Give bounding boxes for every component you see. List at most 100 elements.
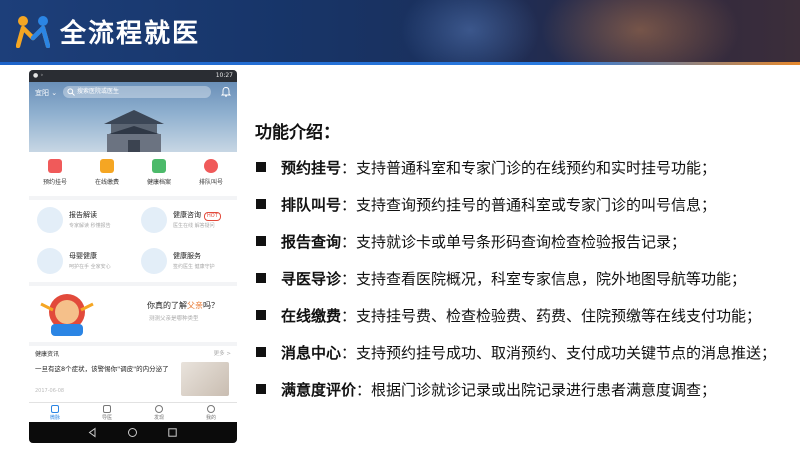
home-icon <box>51 405 59 413</box>
promo-subtitle: 测测父亲是哪种类型 <box>149 316 199 322</box>
banner-divider <box>0 62 800 65</box>
record-icon <box>152 159 166 173</box>
status-time: 10:27 <box>215 72 233 79</box>
quick-action-queue[interactable]: 排队叫号 <box>185 159 237 186</box>
feature-desc: ：支持查询预约挂号的普通科室或专家门诊的叫号信息； <box>341 196 717 214</box>
quick-action-payment[interactable]: 在线缴费 <box>81 159 133 186</box>
service-subtitle: 医生在线 解答疑问 <box>173 223 215 229</box>
news-date: 2017-06-08 <box>35 388 65 394</box>
feature-desc: ：支持预约挂号成功、取消预约、支付成功关键节点的消息推送； <box>341 344 777 362</box>
banner-glow-blue <box>400 0 540 62</box>
phone-screen: ● ◦ 10:27 宜阳 ⌄ 搜索医院或医生 预约挂号 在线缴费 健康档案 排队… <box>29 70 237 443</box>
tab-discover[interactable]: 发现 <box>133 405 185 421</box>
bottom-tab-bar: 微脉 导医 发现 我的 <box>29 402 237 422</box>
service-title: 报告解读 <box>69 211 97 219</box>
quick-action-label: 在线缴费 <box>94 179 119 186</box>
city-selector[interactable]: 宜阳 ⌄ <box>35 88 57 98</box>
bullet-icon <box>256 347 266 357</box>
service-maternal-health[interactable]: 母婴健康 呵护在手 全家安心 <box>29 241 133 282</box>
guide-icon <box>103 405 111 413</box>
feature-item: 预约挂号：支持普通科室和专家门诊的在线预约和实时挂号功能； <box>256 157 716 178</box>
tab-label: 我的 <box>205 415 216 421</box>
service-report-interpret[interactable]: 报告解读 专家解读 秒懂报告 <box>29 200 133 241</box>
service-subtitle: 专家解读 秒懂报告 <box>69 223 111 229</box>
feature-item: 报告查询：支持就诊卡或单号条形码查询检查检验报告记录； <box>256 231 686 252</box>
tab-weimai[interactable]: 微脉 <box>29 405 81 421</box>
status-bar: ● ◦ 10:27 <box>29 70 237 82</box>
calendar-icon <box>48 159 62 173</box>
feature-name: 在线缴费 <box>281 307 342 325</box>
bullet-icon <box>256 236 266 246</box>
news-thumbnail[interactable] <box>181 362 229 396</box>
alarm-icon <box>204 159 218 173</box>
feature-desc: ：支持普通科室和专家门诊的在线预约和实时挂号功能； <box>341 159 717 177</box>
promo-illustration <box>40 294 94 336</box>
promo-banner[interactable]: 你真的了解父亲吗？ 测测父亲是哪种类型 <box>29 286 237 342</box>
status-icons: ● ◦ <box>33 72 44 79</box>
quick-action-label: 健康档案 <box>146 179 171 186</box>
service-health-service[interactable]: 健康服务 签约医生 健康守护 <box>133 241 237 282</box>
service-subtitle: 呵护在手 全家安心 <box>69 264 111 270</box>
back-icon[interactable] <box>87 427 98 438</box>
feature-name: 排队叫号 <box>281 196 342 214</box>
android-nav-bar <box>29 422 237 443</box>
feature-name: 消息中心 <box>281 344 342 362</box>
quick-action-health-record[interactable]: 健康档案 <box>133 159 185 186</box>
service-health-consult[interactable]: 健康咨询 HOT 医生在线 解答疑问 <box>133 200 237 241</box>
promo-question-pre: 你真的了解 <box>147 301 187 310</box>
bell-icon[interactable] <box>221 86 231 97</box>
payment-icon <box>100 159 114 173</box>
brand-logo-icon <box>16 16 50 48</box>
service-title: 健康服务 <box>173 252 201 260</box>
quick-actions: 预约挂号 在线缴费 健康档案 排队叫号 <box>29 152 237 196</box>
doctor-avatar-icon <box>37 207 63 233</box>
feature-item: 消息中心：支持预约挂号成功、取消预约、支付成功关键节点的消息推送； <box>256 342 776 363</box>
tab-label: 微脉 <box>49 415 60 421</box>
promo-question-highlight: 父亲 <box>187 301 203 310</box>
header-banner: 全流程就医 <box>0 0 800 62</box>
bullet-icon <box>256 162 266 172</box>
page-title: 全流程就医 <box>60 19 201 49</box>
feature-desc: ：支持挂号费、检查检验费、药费、住院预缴等在线支付功能； <box>341 307 762 325</box>
doctor-avatar-icon <box>141 248 167 274</box>
quick-action-appointment[interactable]: 预约挂号 <box>29 159 81 186</box>
bullet-icon <box>256 199 266 209</box>
bullet-icon <box>256 384 266 394</box>
feature-item: 寻医导诊：支持查看医院概况，科室专家信息，院外地图导航等功能； <box>256 268 746 289</box>
news-more-link[interactable]: 更多 > <box>214 349 231 357</box>
features-heading: 功能介绍： <box>255 123 340 143</box>
bullet-icon <box>256 273 266 283</box>
promo-question: 你真的了解父亲吗？ <box>147 300 219 311</box>
service-subtitle: 签约医生 健康守护 <box>173 264 215 270</box>
search-input[interactable]: 搜索医院或医生 <box>63 86 211 98</box>
service-grid: 报告解读 专家解读 秒懂报告 健康咨询 HOT 医生在线 解答疑问 母婴健康 呵护… <box>29 200 237 282</box>
feature-item: 在线缴费：支持挂号费、检查检验费、药费、住院预缴等在线支付功能； <box>256 305 761 326</box>
quick-action-label: 排队叫号 <box>198 179 223 186</box>
discover-icon <box>155 405 163 413</box>
feature-name: 预约挂号 <box>281 159 342 177</box>
tab-label: 导医 <box>101 415 112 421</box>
feature-name: 满意度评价 <box>281 381 357 399</box>
mother-avatar-icon <box>37 248 63 274</box>
feature-item: 满意度评价：根据门诊就诊记录或出院记录进行患者满意度调查； <box>256 379 716 400</box>
doctor-avatar-icon <box>141 207 167 233</box>
feature-desc: ：支持就诊卡或单号条形码查询检查检验报告记录； <box>341 233 687 251</box>
search-placeholder: 搜索医院或医生 <box>77 88 120 95</box>
city-gate-illustration <box>104 110 164 152</box>
tab-guide[interactable]: 导医 <box>81 405 133 421</box>
feature-name: 报告查询 <box>281 233 342 251</box>
recent-apps-icon[interactable] <box>167 427 178 438</box>
feature-item: 排队叫号：支持查询预约挂号的普通科室或专家门诊的叫号信息； <box>256 194 716 215</box>
home-button-icon[interactable] <box>127 427 138 438</box>
promo-question-post: 吗？ <box>203 301 219 310</box>
quick-action-label: 预约挂号 <box>42 179 67 186</box>
hot-badge: HOT <box>204 212 221 221</box>
tab-label: 发现 <box>153 415 164 421</box>
service-title-text: 健康咨询 <box>173 211 201 219</box>
news-heading: 健康资讯 <box>35 351 60 358</box>
search-icon <box>67 88 75 96</box>
news-title[interactable]: 一旦有这8个症状，该警惕你"调皮"的内分泌了 <box>35 364 175 374</box>
feature-desc: ：根据门诊就诊记录或出院记录进行患者满意度调查； <box>356 381 717 399</box>
tab-me[interactable]: 我的 <box>185 405 237 421</box>
service-title: 母婴健康 <box>69 252 97 260</box>
